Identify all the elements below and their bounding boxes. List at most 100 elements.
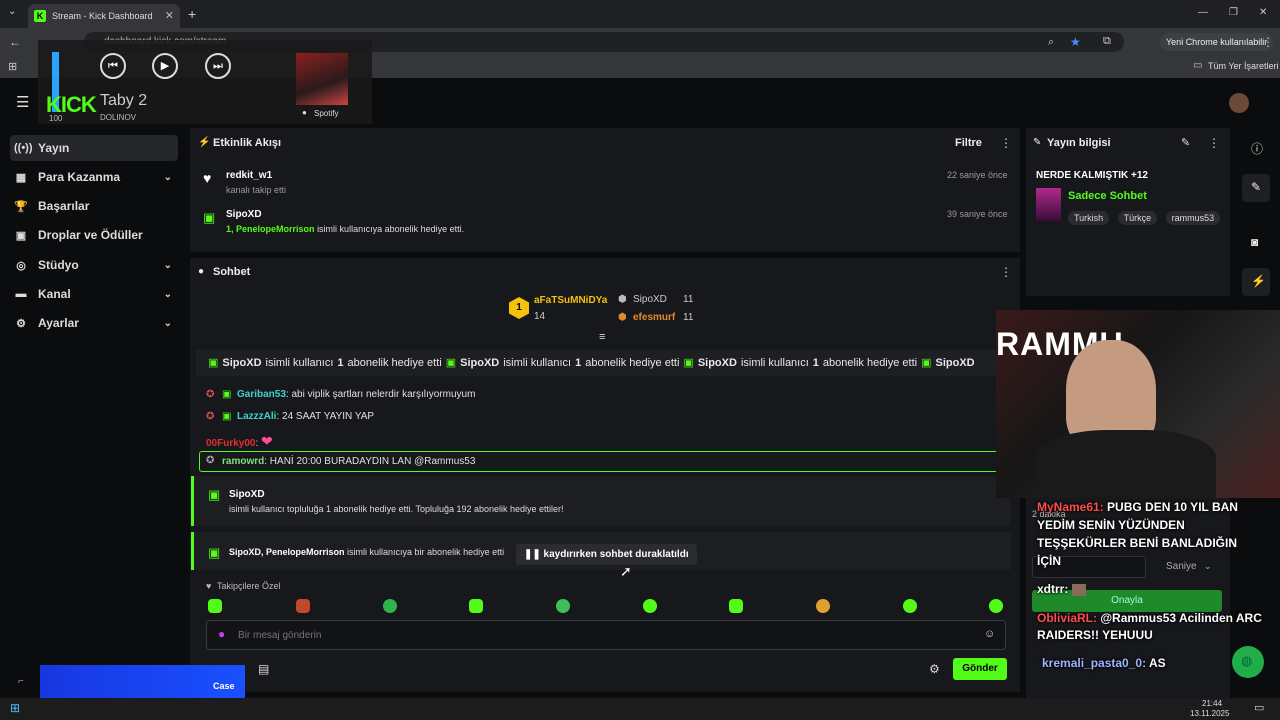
emote-icon[interactable] bbox=[556, 599, 570, 613]
emote-icon[interactable] bbox=[903, 599, 917, 613]
sidebar-item-st-dyo[interactable]: ◎ Stüdyo ⌄ bbox=[10, 252, 178, 278]
overlay-chat-user: ObliviaRL: bbox=[1037, 611, 1098, 625]
leader-name[interactable]: SipoXD bbox=[633, 294, 667, 305]
badge-icon: ✪ bbox=[206, 411, 215, 422]
emoji-icon[interactable]: ☺ bbox=[984, 628, 995, 640]
collapse-icon[interactable]: ≡ bbox=[599, 331, 605, 343]
hamburger-menu-icon[interactable]: ☰ bbox=[16, 93, 29, 111]
chat-menu-icon[interactable]: ⋮ bbox=[1000, 265, 1012, 279]
windows-start-icon[interactable]: ⊞ bbox=[10, 701, 20, 715]
tag[interactable]: Turkish bbox=[1068, 211, 1110, 225]
chat-text: 24 SAAT YAYIN YAP bbox=[282, 411, 375, 422]
chat-user[interactable]: 00Furky00 bbox=[206, 438, 255, 449]
album-art bbox=[296, 53, 348, 105]
filter-button[interactable]: Filtre bbox=[955, 137, 982, 149]
sidebar-item-droplar-ve-d-ller[interactable]: ▣ Droplar ve Ödüller bbox=[10, 222, 178, 248]
support-chat-button[interactable]: ◍ bbox=[1232, 646, 1264, 678]
emote-icon[interactable] bbox=[816, 599, 830, 613]
ticker-user[interactable]: SipoXD bbox=[460, 357, 499, 369]
store-icon[interactable]: ▤ bbox=[258, 662, 269, 676]
feed-desc: kanalı takip etti bbox=[226, 185, 287, 195]
sidebar-item-label: Para Kazanma bbox=[38, 170, 121, 184]
emote-icon[interactable] bbox=[989, 599, 1003, 613]
chat-user[interactable]: Gariban53 bbox=[237, 389, 286, 400]
emote-icon[interactable] bbox=[208, 599, 222, 613]
new-tab-icon[interactable]: + bbox=[188, 6, 196, 22]
back-icon[interactable]: ← bbox=[9, 35, 21, 49]
chat-paused-text: kaydırırken sohbet duraklatıldı bbox=[543, 549, 689, 560]
gift-icon: ▣ bbox=[683, 357, 694, 369]
ticker-user[interactable]: SipoXD bbox=[936, 357, 975, 369]
mic-icon[interactable]: ● bbox=[218, 627, 225, 641]
gift-icon: ▣ bbox=[208, 357, 219, 369]
gift-text: isimli kullanıcı topluluğa 1 abonelik he… bbox=[229, 504, 564, 514]
edit-pencil-icon[interactable]: ✎ bbox=[1181, 136, 1190, 149]
apps-grid-icon[interactable]: ⊞ bbox=[8, 60, 17, 73]
chrome-update-button[interactable]: Yeni Chrome kullanılabilir bbox=[1160, 33, 1274, 51]
extensions-icon[interactable]: ⧉ bbox=[1103, 35, 1111, 48]
song-artist: DOLINOV bbox=[100, 113, 137, 122]
notification-icon[interactable]: ▭ bbox=[1254, 701, 1264, 714]
close-window-icon[interactable]: ✕ bbox=[1259, 7, 1267, 18]
zoom-icon[interactable]: ⌕ bbox=[1048, 36, 1054, 49]
overlay-chat-user: xdtrr: bbox=[1037, 582, 1069, 596]
gift-user[interactable]: SipoXD bbox=[229, 489, 265, 500]
activity-menu-icon[interactable]: ⋮ bbox=[1000, 136, 1012, 150]
emote-icon[interactable] bbox=[469, 599, 483, 613]
emote-icon[interactable] bbox=[383, 599, 397, 613]
chat-user[interactable]: LazzzAli bbox=[237, 411, 276, 422]
chrome-menu-icon[interactable]: ⋮ bbox=[1262, 35, 1274, 49]
chevron-down-icon[interactable]: ⌄ bbox=[164, 172, 172, 183]
minimize-icon[interactable]: — bbox=[1198, 7, 1208, 18]
chevron-down-icon[interactable]: ⌄ bbox=[164, 318, 172, 329]
close-tab-icon[interactable]: ✕ bbox=[165, 9, 174, 22]
play-button[interactable]: ▶ bbox=[152, 53, 178, 79]
gift-icon: ▣ bbox=[445, 357, 457, 369]
emote-icon[interactable] bbox=[643, 599, 657, 613]
next-track-button[interactable]: ⏭ bbox=[205, 53, 231, 79]
all-bookmarks-link[interactable]: Tüm Yer İşaretleri bbox=[1208, 61, 1279, 71]
chevron-down-icon[interactable]: ⌄ bbox=[164, 260, 172, 271]
tab-list-icon[interactable]: ⌄ bbox=[8, 6, 16, 17]
browser-tab[interactable]: K Stream - Kick Dashboard ✕ bbox=[28, 4, 180, 28]
sidebar-item-label: Stüdyo bbox=[38, 258, 79, 272]
chevron-down-icon[interactable]: ⌄ bbox=[164, 289, 172, 300]
feed-desc-user[interactable]: PenelopeMorrison bbox=[236, 224, 315, 234]
lightning-icon: ⚡ bbox=[198, 137, 211, 148]
leader-name[interactable]: aFaTSuMNiDYa bbox=[534, 295, 607, 306]
feed-user[interactable]: redkit_w1 bbox=[226, 170, 272, 181]
chat-settings-icon[interactable]: ⚙ bbox=[929, 662, 940, 676]
chat-paused-pill[interactable]: ❚❚ kaydırırken sohbet duraklatıldı bbox=[516, 544, 697, 565]
send-button[interactable]: Gönder bbox=[953, 658, 1007, 680]
ticker-user[interactable]: SipoXD bbox=[222, 357, 261, 369]
feed-user[interactable]: SipoXD bbox=[226, 209, 262, 220]
category-name[interactable]: Sadece Sohbet bbox=[1068, 190, 1147, 202]
gear-icon: ⚙ bbox=[16, 317, 26, 330]
category-thumbnail[interactable] bbox=[1036, 188, 1061, 221]
gift-users[interactable]: SipoXD, PenelopeMorrison bbox=[229, 547, 345, 557]
ticker-text: isimli kullanıcı bbox=[740, 357, 809, 369]
sidebar-item-kanal[interactable]: ▬ Kanal ⌄ bbox=[10, 281, 178, 307]
sidebar-item-ayarlar[interactable]: ⚙ Ayarlar ⌄ bbox=[10, 310, 178, 336]
sidebar-item-yay-n[interactable]: ((•)) Yayın bbox=[10, 135, 178, 161]
bookmark-star-icon[interactable]: ★ bbox=[1070, 35, 1081, 49]
info-icon[interactable]: ⓘ bbox=[1251, 140, 1263, 157]
avatar[interactable] bbox=[1229, 93, 1249, 113]
feed-desc: 1, PenelopeMorrison isimli kullanıcıya a… bbox=[226, 224, 464, 234]
maximize-icon[interactable]: ❐ bbox=[1229, 7, 1238, 18]
chat-user[interactable]: ramowrd bbox=[222, 456, 264, 467]
tag[interactable]: rammus53 bbox=[1165, 211, 1221, 225]
emote-icon[interactable] bbox=[296, 599, 310, 613]
sidebar-item-ba-ar-lar[interactable]: 🏆 Başarılar bbox=[10, 193, 178, 219]
previous-track-button[interactable]: ⏮ bbox=[100, 53, 126, 79]
quick-actions-button[interactable]: ⚡ bbox=[1242, 268, 1270, 296]
emote-icon[interactable] bbox=[729, 599, 743, 613]
edit-rail-button[interactable]: ✎ bbox=[1242, 174, 1270, 202]
chat-input[interactable] bbox=[238, 624, 958, 646]
ticker-user[interactable]: SipoXD bbox=[698, 357, 737, 369]
camera-icon[interactable]: ◙ bbox=[1251, 235, 1258, 249]
leader-name[interactable]: efesmurf bbox=[633, 312, 675, 323]
sidebar-item-para-kazanma[interactable]: ▦ Para Kazanma ⌄ bbox=[10, 164, 178, 190]
tag[interactable]: Türkçe bbox=[1117, 211, 1158, 225]
stream-info-menu-icon[interactable]: ⋮ bbox=[1208, 136, 1220, 150]
